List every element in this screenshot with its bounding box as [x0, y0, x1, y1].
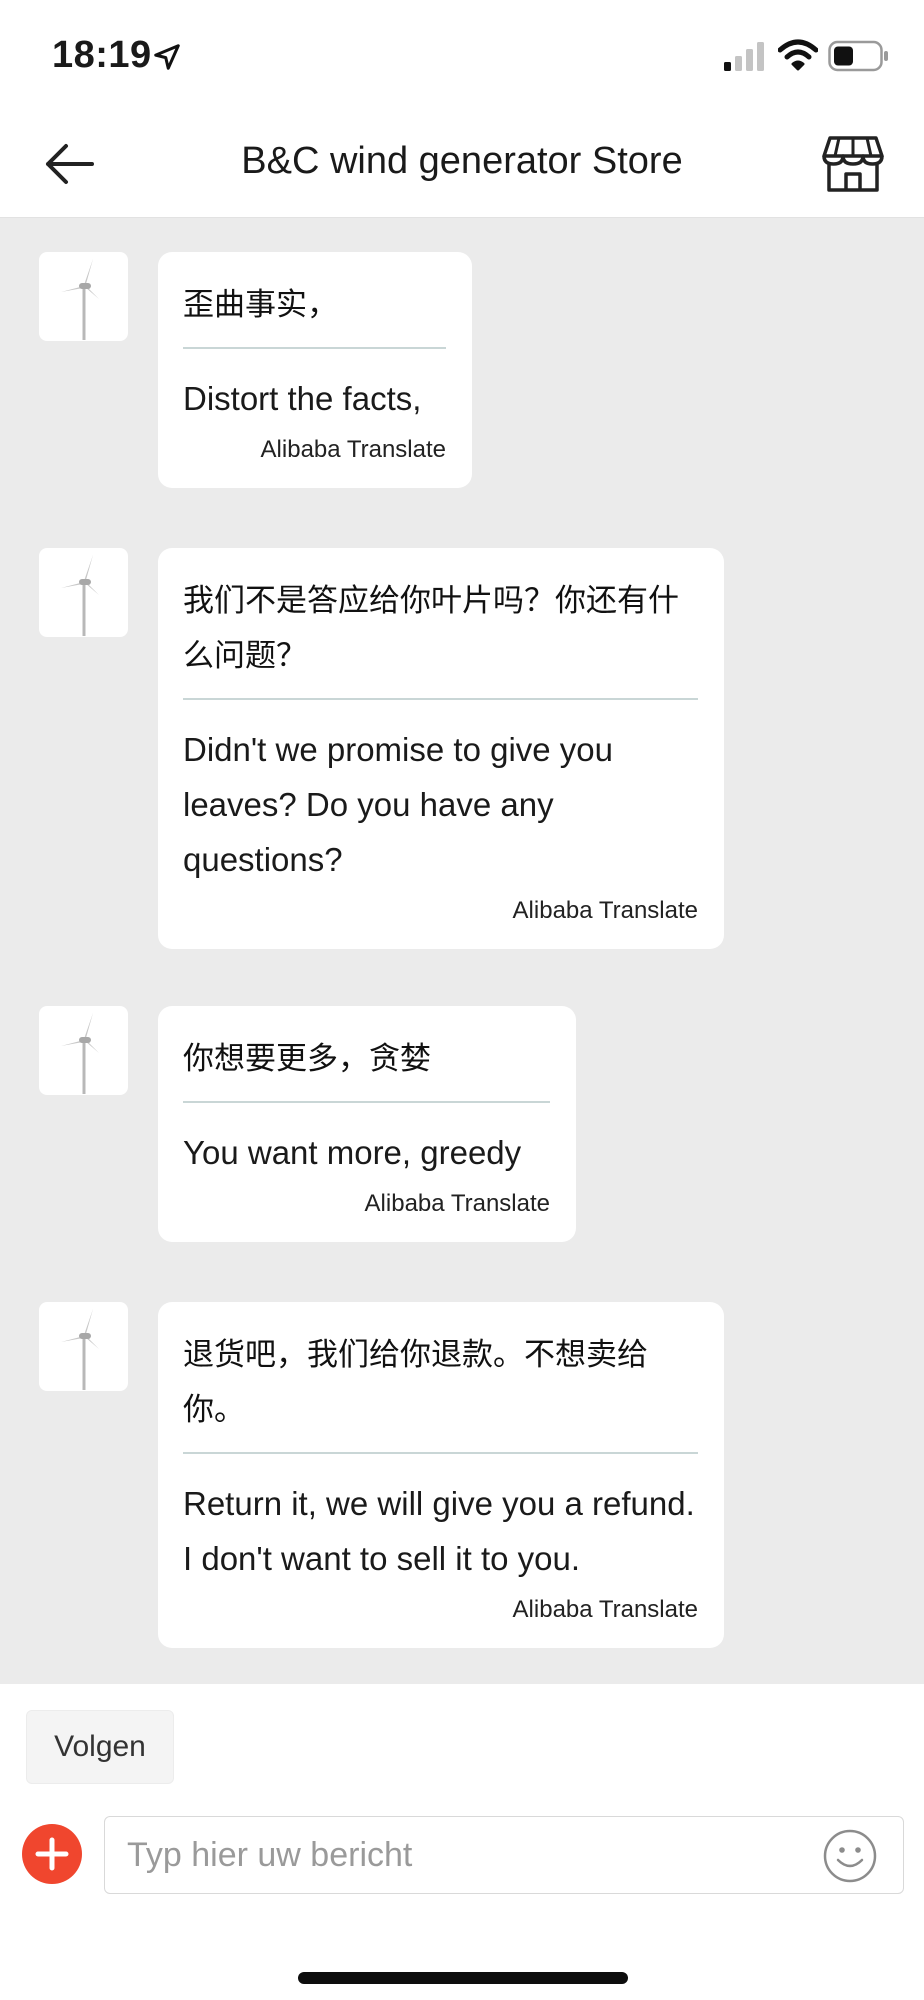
original-text: 我们不是答应给你叶片吗？你还有什么问题？	[183, 583, 679, 674]
divider	[183, 698, 698, 700]
wind-turbine-icon	[61, 259, 99, 340]
translated-text: You want more, greedy	[183, 1134, 522, 1171]
message-bubble[interactable]: 我们不是答应给你叶片吗？你还有什么问题？ Didn't we promise t…	[158, 548, 724, 949]
status-time: 18:19	[52, 34, 152, 76]
chat-area[interactable]: 歪曲事实， Distort the facts, Alibaba Transla…	[0, 218, 924, 1684]
add-attachment-button[interactable]	[22, 1824, 82, 1884]
home-indicator[interactable]	[298, 1972, 628, 1984]
message-bubble[interactable]: 你想要更多，贪婪 You want more, greedy Alibaba T…	[158, 1006, 576, 1242]
divider	[183, 347, 446, 349]
avatar[interactable]	[39, 252, 128, 341]
store-title: B&C wind generator Store	[241, 140, 683, 182]
translation-provider: Alibaba Translate	[512, 897, 698, 924]
follow-button[interactable]: Volgen	[26, 1710, 174, 1784]
translated-text: Return it, we will give you a refund. I …	[183, 1485, 695, 1577]
divider	[183, 1452, 698, 1454]
header: B&C wind generator Store	[0, 110, 924, 218]
message-bubble[interactable]: 退货吧，我们给你退款。不想卖给你。 Return it, we will giv…	[158, 1302, 724, 1648]
wifi-icon	[778, 39, 818, 71]
translated-text: Distort the facts,	[183, 380, 422, 417]
home-indicator-area	[0, 1914, 924, 2000]
avatar[interactable]	[39, 1006, 128, 1095]
storefront-icon[interactable]	[822, 132, 884, 194]
wind-turbine-icon	[61, 555, 99, 636]
original-text: 歪曲事实，	[183, 287, 338, 323]
chat-screen: 18:19 B&C wind generator Store 歪曲事实， Dis…	[0, 0, 924, 2000]
message-input[interactable]	[104, 1816, 904, 1894]
battery-icon	[828, 40, 888, 72]
message-bubble[interactable]: 歪曲事实， Distort the facts, Alibaba Transla…	[158, 252, 472, 488]
divider	[183, 1101, 550, 1103]
status-bar: 18:19	[0, 0, 924, 110]
wind-turbine-icon	[61, 1309, 99, 1390]
message-composer	[0, 1794, 924, 1914]
cellular-signal-icon	[724, 42, 764, 71]
follow-bar: Volgen	[0, 1684, 924, 1794]
translated-text: Didn't we promise to give you leaves? Do…	[183, 731, 613, 878]
translation-provider: Alibaba Translate	[260, 436, 446, 463]
plus-circle-icon	[35, 1837, 69, 1871]
avatar[interactable]	[39, 548, 128, 637]
original-text: 你想要更多，贪婪	[183, 1041, 431, 1077]
translation-provider: Alibaba Translate	[364, 1190, 550, 1217]
original-text: 退货吧，我们给你退款。不想卖给你。	[183, 1337, 648, 1428]
translation-provider: Alibaba Translate	[512, 1596, 698, 1623]
location-arrow-icon	[154, 44, 180, 70]
smiley-icon[interactable]	[822, 1828, 878, 1884]
avatar[interactable]	[39, 1302, 128, 1391]
wind-turbine-icon	[61, 1013, 99, 1094]
